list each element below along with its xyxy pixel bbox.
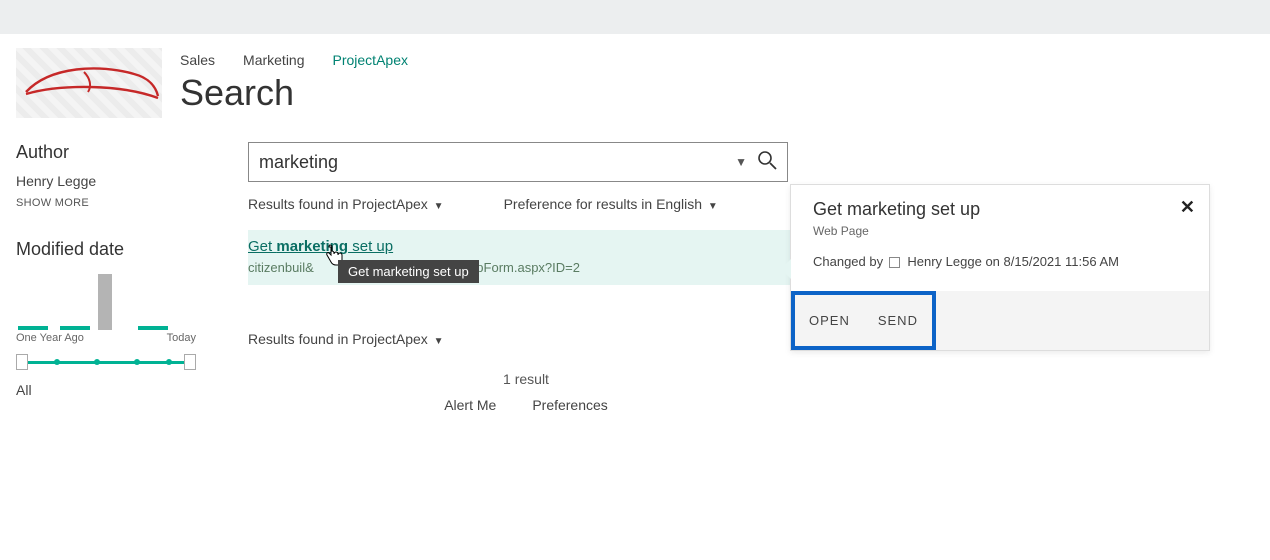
search-result: Get marketing set up citizenbuil& /…/Tas… [248, 230, 804, 285]
page-title: Search [180, 72, 1254, 114]
changed-by-name[interactable]: Henry Legge [907, 254, 981, 269]
sharepoint-ribbon-placeholder [0, 0, 1270, 34]
chevron-down-icon: ▼ [708, 201, 718, 212]
slider-handle-start[interactable] [16, 354, 28, 370]
callout-pointer-icon [781, 259, 791, 279]
refiner-modified-heading: Modified date [16, 239, 216, 260]
result-title-highlight: marketing [276, 238, 348, 255]
language-pref-value: English [656, 196, 702, 212]
search-icon[interactable] [757, 150, 777, 175]
result-title-link[interactable]: Get marketing set up [248, 238, 393, 255]
chevron-down-icon: ▼ [434, 336, 444, 347]
result-preview-callout: Get marketing set up Web Page ✕ Changed … [790, 184, 1210, 351]
lower-scope-value: ProjectApex [352, 331, 427, 347]
refiner-author-heading: Author [16, 142, 216, 163]
results-scope-value: ProjectApex [352, 196, 427, 212]
car-logo-icon [20, 60, 160, 106]
nav-sales[interactable]: Sales [180, 52, 215, 68]
result-title-post: set up [348, 238, 393, 255]
callout-actions: OPEN SEND [791, 291, 1209, 350]
slider-handle-end[interactable] [184, 354, 196, 370]
refiner-modified-all[interactable]: All [16, 382, 216, 398]
close-icon[interactable]: ✕ [1180, 197, 1195, 218]
results-scope-dropdown[interactable]: Results found in ProjectApex ▼ [248, 196, 444, 212]
histo-label-right: Today [167, 332, 196, 344]
refiner-sidebar: Author Henry Legge SHOW MORE Modified da… [16, 142, 216, 413]
alert-me-link[interactable]: Alert Me [444, 397, 496, 413]
nav-marketing[interactable]: Marketing [243, 52, 304, 68]
header: Sales Marketing ProjectApex Search [16, 34, 1254, 118]
modified-date-slider[interactable] [16, 352, 196, 372]
lower-scope-prefix: Results found in [248, 331, 352, 347]
send-button[interactable]: SEND [864, 295, 932, 346]
changed-by-label: Changed by [813, 254, 883, 269]
changed-on-value: 8/15/2021 11:56 AM [1004, 254, 1119, 269]
highlighted-action-group: OPEN SEND [791, 291, 936, 350]
results-scope-prefix: Results found in [248, 196, 352, 212]
language-pref-dropdown[interactable]: Preference for results in English ▼ [504, 196, 718, 212]
result-url: citizenbuil& /…/Tasks/DispForm.aspx?ID=2 [248, 260, 800, 275]
callout-body: Changed by Henry Legge on 8/15/2021 11:5… [791, 238, 1209, 291]
result-tooltip: Get marketing set up [338, 260, 479, 283]
refiner-show-more[interactable]: SHOW MORE [16, 197, 216, 209]
chevron-down-icon: ▼ [434, 201, 444, 212]
open-button[interactable]: OPEN [795, 295, 864, 346]
callout-subtitle: Web Page [813, 224, 1191, 238]
nav-projectapex[interactable]: ProjectApex [333, 52, 408, 68]
modified-histogram [16, 270, 196, 330]
language-pref-prefix: Preference for results in [504, 196, 657, 212]
result-count: 1 result [248, 371, 804, 387]
result-title-pre: Get [248, 238, 276, 255]
search-scope-dropdown-icon[interactable]: ▼ [735, 155, 747, 169]
preferences-link[interactable]: Preferences [532, 397, 607, 413]
site-nav: Sales Marketing ProjectApex [180, 52, 1254, 68]
modified-histogram-labels: One Year Ago Today [16, 332, 196, 344]
site-logo[interactable] [16, 48, 162, 118]
search-box: ▼ [248, 142, 788, 182]
refiner-author-value[interactable]: Henry Legge [16, 173, 216, 189]
callout-title: Get marketing set up [813, 199, 1191, 220]
changed-on-label: on [985, 254, 999, 269]
search-input[interactable] [259, 152, 725, 173]
person-presence-icon [889, 257, 900, 268]
histo-label-left: One Year Ago [16, 332, 84, 344]
